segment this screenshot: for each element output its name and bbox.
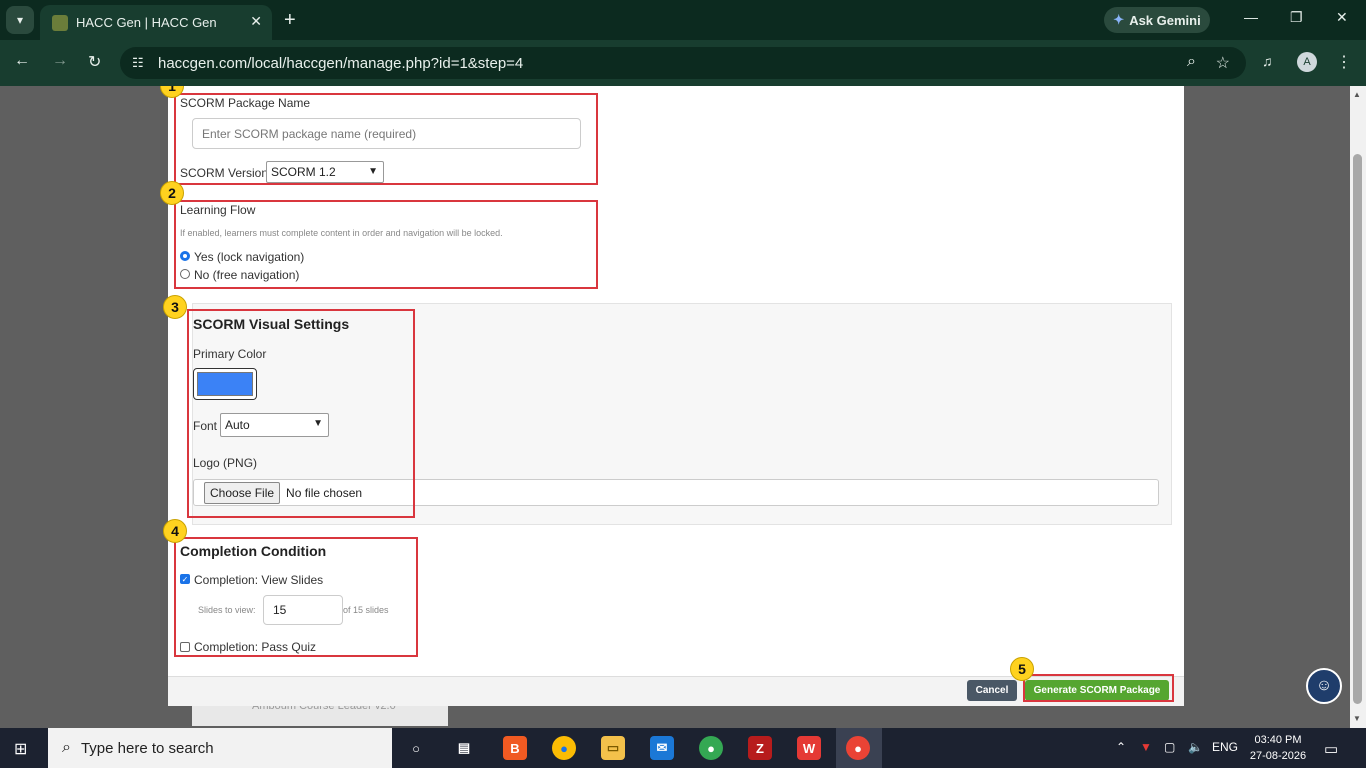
zoom-icon[interactable]: ⌕ bbox=[1187, 53, 1196, 71]
navigation-bar: ← → ↻ ☷ haccgen.com/local/haccgen/manage… bbox=[0, 40, 1366, 86]
step-badge-5: 5 bbox=[1010, 657, 1034, 681]
restore-icon[interactable]: ❐ bbox=[1290, 9, 1303, 26]
taskbar-search-placeholder: Type here to search bbox=[80, 739, 214, 757]
highlight-box-3 bbox=[187, 309, 415, 518]
highlight-box-4 bbox=[174, 537, 418, 657]
tray-chevron-icon[interactable]: ⌃ bbox=[1116, 740, 1126, 754]
brave-icon[interactable]: B bbox=[503, 736, 527, 760]
site-info-icon[interactable]: ☷ bbox=[132, 55, 144, 71]
tab-haccgen[interactable]: HACC Gen | HACC Gen ✕ bbox=[40, 5, 272, 40]
language-indicator[interactable]: ENG bbox=[1212, 740, 1238, 754]
menu-kebab-icon[interactable]: ⋮ bbox=[1336, 52, 1352, 72]
tray-app-icon[interactable]: ▼ bbox=[1140, 740, 1152, 754]
file-explorer-icon[interactable]: ▭ bbox=[601, 736, 625, 760]
volume-icon[interactable]: 🔈 bbox=[1188, 740, 1203, 754]
close-tab-icon[interactable]: ✕ bbox=[250, 13, 262, 30]
cancel-button[interactable]: Cancel bbox=[967, 680, 1017, 701]
tab-title: HACC Gen | HACC Gen bbox=[76, 15, 217, 30]
mail-icon[interactable]: ✉ bbox=[650, 736, 674, 760]
search-icon: ⌕ bbox=[62, 739, 71, 756]
accessibility-icon[interactable]: ☺ bbox=[1306, 668, 1342, 704]
scroll-down-icon[interactable]: ▼ bbox=[1353, 714, 1361, 723]
profile-avatar[interactable]: A bbox=[1297, 52, 1317, 72]
wps-office-icon[interactable]: W bbox=[797, 736, 821, 760]
media-control-icon[interactable]: ♫ bbox=[1262, 53, 1273, 69]
forward-icon[interactable]: → bbox=[52, 52, 68, 70]
close-window-icon[interactable]: ✕ bbox=[1336, 9, 1348, 26]
clock-time: 03:40 PM bbox=[1254, 734, 1302, 746]
highlight-box-1 bbox=[174, 93, 598, 185]
cortana-icon[interactable]: ○ bbox=[404, 736, 428, 760]
task-view-icon[interactable]: ▤ bbox=[452, 736, 476, 760]
clock-date: 27-08-2026 bbox=[1249, 750, 1307, 762]
highlight-box-5 bbox=[1023, 674, 1174, 702]
step-badge-2: 2 bbox=[160, 181, 184, 205]
address-bar[interactable]: ☷ haccgen.com/local/haccgen/manage.php?i… bbox=[120, 47, 1246, 79]
ask-gemini-button[interactable]: ✦ Ask Gemini bbox=[1104, 7, 1210, 33]
chrome-active-icon[interactable]: ● bbox=[846, 736, 870, 760]
gemini-icon: ✦ bbox=[1113, 12, 1125, 27]
back-icon[interactable]: ← bbox=[14, 52, 30, 70]
windows-taskbar: ⊞ ⌕ Type here to search ○ ▤ B ● ▭ ✉ ● Z … bbox=[0, 728, 1366, 768]
ask-gemini-label: Ask Gemini bbox=[1129, 12, 1201, 28]
windows-start-icon[interactable]: ⊞ bbox=[14, 739, 27, 759]
taskbar-search-box[interactable]: ⌕ Type here to search bbox=[48, 728, 392, 768]
scrollbar-thumb[interactable] bbox=[1353, 154, 1362, 704]
minimize-icon[interactable]: — bbox=[1244, 9, 1258, 25]
step-badge-4: 4 bbox=[163, 519, 187, 543]
network-icon[interactable]: ▢ bbox=[1164, 740, 1175, 754]
page-scrollbar[interactable]: ▲ ▼ bbox=[1350, 86, 1366, 728]
scorm-modal: SCORM Package Name Enter SCORM package n… bbox=[160, 86, 1184, 706]
reload-icon[interactable]: ↻ bbox=[88, 52, 101, 72]
system-clock[interactable]: 03:40 PM 27-08-2026 bbox=[1248, 732, 1308, 764]
page-viewport: Amboum Course Leader v2.0 SCORM Package … bbox=[0, 86, 1366, 728]
notifications-icon[interactable]: ▭ bbox=[1324, 740, 1338, 758]
bookmark-star-icon[interactable]: ☆ bbox=[1216, 53, 1230, 73]
chrome-profile-icon[interactable]: ● bbox=[699, 736, 723, 760]
tab-bar: ▾ HACC Gen | HACC Gen ✕ + ✦ Ask Gemini —… bbox=[0, 0, 1366, 40]
step-badge-3: 3 bbox=[163, 295, 187, 319]
chrome-icon[interactable]: ● bbox=[552, 736, 576, 760]
tab-search-icon[interactable]: ▾ bbox=[6, 6, 34, 34]
new-tab-icon[interactable]: + bbox=[284, 9, 296, 32]
url-text: haccgen.com/local/haccgen/manage.php?id=… bbox=[158, 54, 524, 72]
filezilla-icon[interactable]: Z bbox=[748, 736, 772, 760]
highlight-box-2 bbox=[174, 200, 598, 289]
favicon-icon bbox=[52, 14, 68, 31]
scroll-up-icon[interactable]: ▲ bbox=[1353, 90, 1361, 99]
